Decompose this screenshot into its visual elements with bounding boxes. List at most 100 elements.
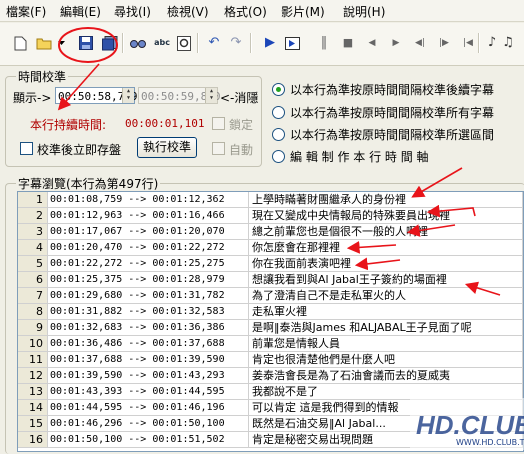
row-number: 13 [18,384,48,400]
play-icon[interactable]: ▶ [262,35,278,51]
row-text[interactable]: 想讓我看到與Al Jabal王子簽約的場面裡 [249,272,523,288]
row-number: 9 [18,320,48,336]
redo-icon[interactable]: ↷ [228,35,244,51]
lock-label: 鎖定 [229,118,254,132]
row-time[interactable]: 00:01:43,393 --> 00:01:44,595 [48,384,249,400]
stop-icon[interactable]: ■ [340,35,356,51]
table-row[interactable]: 11 00:01:37,688 --> 00:01:39,590 肯定也很清楚他們是… [18,352,523,368]
row-number: 2 [18,208,48,224]
table-row[interactable]: 2 00:01:12,963 --> 00:01:16,466 現在又變成中央情報局… [18,208,523,224]
auto-checkbox [212,142,225,155]
row-time[interactable]: 00:01:12,963 --> 00:01:16,466 [48,208,249,224]
play-segment-icon[interactable] [284,35,300,51]
save-icon[interactable] [78,35,94,51]
row-text[interactable]: 你在我面前表演吧裡 [249,256,523,272]
previous-frame-icon[interactable]: ◀| [412,35,428,51]
menu-video[interactable]: 影片(M) [281,3,325,20]
row-time[interactable]: 00:01:31,882 --> 00:01:32,583 [48,304,249,320]
row-text[interactable]: 姜泰浩會長是為了石油會議而去的夏威夷 [249,368,523,384]
table-row[interactable]: 3 00:01:17,067 --> 00:01:20,070 總之前輩您也是個很不… [18,224,523,240]
row-time[interactable]: 00:01:39,590 --> 00:01:43,293 [48,368,249,384]
row-number: 15 [18,416,48,432]
undo-icon[interactable]: ↶ [206,35,222,51]
rewind-icon[interactable]: ◀ [364,35,380,51]
start-time-spinner[interactable]: ▲ ▼ [122,88,134,103]
row-time[interactable]: 00:01:22,272 --> 00:01:25,275 [48,256,249,272]
preview-icon[interactable] [176,35,192,51]
hide-label: <-消隱 [220,91,259,105]
row-time[interactable]: 00:01:37,688 --> 00:01:39,590 [48,352,249,368]
find-icon[interactable] [130,35,146,51]
save-after-label: 校準後立即存盤 [37,143,122,157]
duration-value: 00:00:01,101 [125,117,205,130]
row-text[interactable]: 前輩您是情報人員 [249,336,523,352]
table-row[interactable]: 6 00:01:25,375 --> 00:01:28,979 想讓我看到與Al J… [18,272,523,288]
menu-edit[interactable]: 編輯(E) [60,3,101,20]
row-time[interactable]: 00:01:25,375 --> 00:01:28,979 [48,272,249,288]
row-number: 7 [18,288,48,304]
table-row[interactable]: 10 00:01:36,486 --> 00:01:37,688 前輩您是情報人員 [18,336,523,352]
row-time[interactable]: 00:01:08,759 --> 00:01:12,362 [48,192,249,208]
svg-text:HD.CLUB.TW: HD.CLUB.TW [416,410,524,440]
row-text[interactable]: 為了澄清自己不是走私軍火的人 [249,288,523,304]
note-edit-icon[interactable]: ♫ [500,35,516,51]
row-text[interactable]: 你怎麼會在那裡裡 [249,240,523,256]
table-row[interactable]: 1 00:01:08,759 --> 00:01:12,362 上學時瞞著財團繼承人… [18,192,523,208]
save-after-checkbox[interactable] [20,142,33,155]
row-text[interactable]: 總之前輩您也是個很不一般的人啊裡 [249,224,523,240]
menu-file[interactable]: 檔案(F) [6,3,46,20]
run-calibration-button[interactable]: 執行校準 [137,137,197,158]
option-label-range: 以本行為準按原時間間隔校準所選區間 [290,128,495,142]
row-time[interactable]: 00:01:44,595 --> 00:01:46,196 [48,400,249,416]
row-time[interactable]: 00:01:46,296 --> 00:01:50,100 [48,416,249,432]
option-radio-all[interactable] [272,106,285,119]
toolbar: abc ↶ ↷ ▶ ‖ ■ ◀ ▶ ◀| |▶ |◀ ♪ ♫ [0,23,524,66]
row-text[interactable]: 現在又變成中央情報局的特殊要員出現裡 [249,208,523,224]
end-time-spinner: ▲ ▼ [205,88,217,103]
row-time[interactable]: 00:01:20,470 --> 00:01:22,272 [48,240,249,256]
save-as-icon[interactable] [102,35,118,51]
open-folder-icon[interactable] [36,35,52,51]
row-number: 14 [18,400,48,416]
menu-view[interactable]: 檢視(V) [167,3,209,20]
table-row[interactable]: 8 00:01:31,882 --> 00:01:32,583 走私軍火裡 [18,304,523,320]
option-radio-range[interactable] [272,128,285,141]
dropdown-arrow-icon[interactable] [57,35,65,51]
menu-help[interactable]: 說明(H) [343,3,385,20]
jump-start-icon[interactable]: |◀ [460,35,476,51]
row-number: 6 [18,272,48,288]
option-label-timeline: 編 輯 制 作 本 行 時 間 軸 [290,150,429,164]
next-frame-icon[interactable]: |▶ [436,35,452,51]
row-number: 5 [18,256,48,272]
preview-legend: 字幕瀏覽(本行為第497行) [16,175,161,192]
option-radio-timeline[interactable] [272,150,285,163]
row-time[interactable]: 00:01:32,683 --> 00:01:36,386 [48,320,249,336]
watermark-logo: HD.CLUB.TW WWW.HD.CLUB.TW [410,398,524,450]
table-row[interactable]: 4 00:01:20,470 --> 00:01:22,272 你怎麼會在那裡裡 [18,240,523,256]
start-time-field[interactable]: 00:50:58,749 ▲ ▼ [55,87,137,104]
row-text[interactable]: 肯定也很清楚他們是什麼人吧 [249,352,523,368]
table-row[interactable]: 5 00:01:22,272 --> 00:01:25,275 你在我面前表演吧裡 [18,256,523,272]
spell-check-icon[interactable]: abc [154,35,170,51]
row-text[interactable]: 上學時瞞著財團繼承人的身份裡 [249,192,523,208]
row-text[interactable]: 走私軍火裡 [249,304,523,320]
menu-find[interactable]: 尋找(I) [114,3,151,20]
table-row[interactable]: 12 00:01:39,590 --> 00:01:43,293 姜泰浩會長是為了石… [18,368,523,384]
note-icon[interactable]: ♪ [484,35,500,51]
option-radio-subsequent[interactable] [272,83,285,96]
display-label: 顯示-> [13,91,52,105]
row-time[interactable]: 00:01:17,067 --> 00:01:20,070 [48,224,249,240]
fast-forward-icon[interactable]: ▶ [388,35,404,51]
table-row[interactable]: 7 00:01:29,680 --> 00:01:31,782 為了澄清自己不是走私… [18,288,523,304]
row-time[interactable]: 00:01:29,680 --> 00:01:31,782 [48,288,249,304]
auto-label: 自動 [229,143,254,157]
option-label-subsequent: 以本行為準按原時間間隔校準後續字幕 [290,83,495,97]
table-row[interactable]: 9 00:01:32,683 --> 00:01:36,386 是啊‖泰浩與Jame… [18,320,523,336]
row-text[interactable]: 是啊‖泰浩與James 和ALJABAL王子見面了呢 [249,320,523,336]
menu-format[interactable]: 格式(O) [224,3,267,20]
new-file-icon[interactable] [12,35,28,51]
row-time[interactable]: 00:01:50,100 --> 00:01:51,502 [48,432,249,448]
row-time[interactable]: 00:01:36,486 --> 00:01:37,688 [48,336,249,352]
pause-icon[interactable]: ‖ [316,35,332,51]
watermark-url: WWW.HD.CLUB.TW [456,438,524,447]
